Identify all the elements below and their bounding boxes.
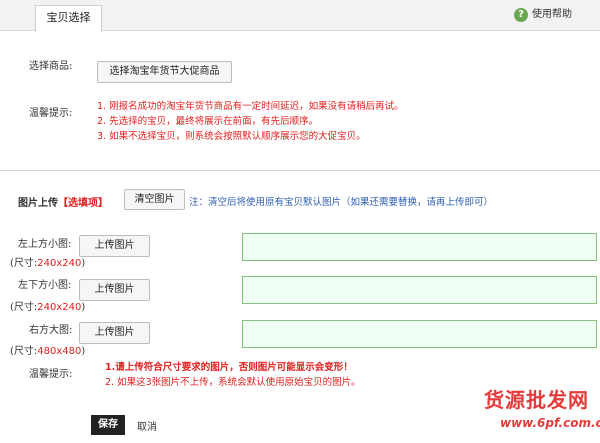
upload-bottom-left-field[interactable] bbox=[242, 276, 597, 304]
upload-top-left-button[interactable]: 上传图片 bbox=[79, 235, 150, 257]
upload-tip-1: 1.请上传符合尺寸要求的图片，否则图片可能显示会变形！ bbox=[105, 362, 353, 373]
question-icon: ? bbox=[514, 8, 528, 22]
clear-images-note: 注：清空后将使用原有宝贝默认图片（如果还需要替换，请再上传即可） bbox=[189, 197, 494, 208]
upload-right-button[interactable]: 上传图片 bbox=[79, 322, 150, 344]
upload-row-label-bottom-left: 左下方小图: bbox=[18, 280, 72, 291]
optional-tag: 【选填项】 bbox=[58, 198, 108, 209]
upload-bottom-left-button[interactable]: 上传图片 bbox=[79, 279, 150, 301]
section-divider bbox=[0, 170, 600, 171]
upload-row-size-top-left: (尺寸:240x240) bbox=[10, 258, 86, 269]
select-tips: 1. 刚报名成功的淘宝年货节商品有一定时间延迟，如果没有请稍后再试。 2. 先选… bbox=[97, 99, 404, 144]
help-label: 使用帮助 bbox=[532, 9, 572, 20]
select-tips-label: 温馨提示: bbox=[29, 108, 73, 119]
select-tip-3: 3. 如果不选择宝贝，则系统会按照默认顺序展示您的大促宝贝。 bbox=[97, 131, 366, 142]
upload-title: 图片上传【选填项】 bbox=[18, 194, 108, 209]
upload-tips: 1.请上传符合尺寸要求的图片，否则图片可能显示会变形！ 2. 如果这3张图片不上… bbox=[105, 360, 361, 390]
upload-tip-2: 2. 如果这3张图片不上传，系统会默认使用原始宝贝的图片。 bbox=[105, 377, 361, 388]
cancel-link[interactable]: 取消 bbox=[137, 418, 157, 433]
upload-tips-label: 温馨提示: bbox=[29, 369, 73, 380]
upload-row-label-top-left: 左上方小图: bbox=[18, 239, 72, 250]
select-product-button[interactable]: 选择淘宝年货节大促商品 bbox=[97, 61, 232, 83]
top-bar: 宝贝选择 ? 使用帮助 bbox=[0, 0, 600, 32]
upload-row-size-bottom-left: (尺寸:240x240) bbox=[10, 302, 86, 313]
select-tip-1: 1. 刚报名成功的淘宝年货节商品有一定时间延迟，如果没有请稍后再试。 bbox=[97, 101, 404, 112]
upload-row-size-right: (尺寸:480x480) bbox=[10, 346, 86, 357]
upload-row-label-right: 右方大图: bbox=[29, 325, 73, 336]
upload-right-field[interactable] bbox=[242, 320, 597, 348]
upload-title-text: 图片上传 bbox=[18, 198, 58, 209]
select-tip-2: 2. 先选择的宝贝，最终将展示在前面，有先后顺序。 bbox=[97, 116, 319, 127]
select-product-label: 选择商品: bbox=[29, 61, 73, 72]
tab-item-selection[interactable]: 宝贝选择 bbox=[35, 5, 102, 32]
clear-images-button[interactable]: 清空图片 bbox=[124, 189, 185, 210]
help-link[interactable]: ? 使用帮助 bbox=[514, 7, 572, 23]
save-button[interactable]: 保存 bbox=[91, 415, 125, 435]
watermark-url: www.6pf.com.cn bbox=[500, 416, 600, 430]
upload-top-left-field[interactable] bbox=[242, 233, 597, 261]
watermark-logo: 货源批发网 bbox=[484, 388, 589, 412]
